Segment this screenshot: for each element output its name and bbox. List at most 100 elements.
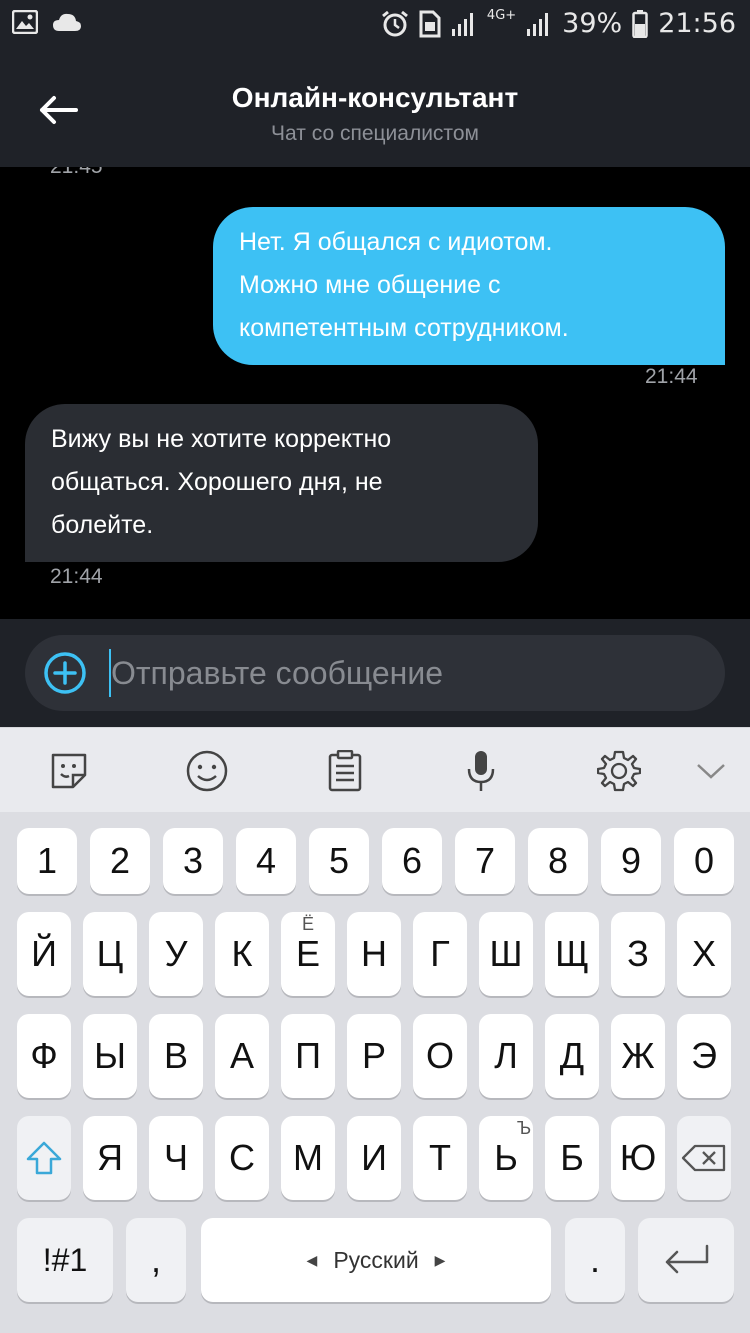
key-letter[interactable]: В	[149, 1014, 203, 1098]
message-input-wrapper[interactable]	[25, 635, 725, 711]
emoji-icon	[186, 750, 228, 792]
message-line: Можно мне общение с	[239, 271, 501, 299]
keyboard: 1 2 3 4 5 6 7 8 9 0 Й Ц У К Ё Е Н Г Ш Щ …	[0, 812, 750, 1333]
key-2[interactable]: 2	[90, 828, 150, 894]
clipboard-button[interactable]	[322, 748, 368, 794]
symbols-key[interactable]: !#1	[17, 1218, 113, 1302]
key-letter[interactable]: К	[215, 912, 269, 996]
key-letter[interactable]: Ж	[611, 1014, 665, 1098]
battery-icon	[632, 9, 648, 38]
sticker-icon	[51, 753, 87, 789]
message-line: компетентным сотрудником.	[239, 314, 569, 342]
chat-header: Онлайн-консультант Чат со специалистом	[0, 52, 750, 167]
plus-circle-icon	[44, 652, 86, 694]
key-4[interactable]: 4	[236, 828, 296, 894]
key-letter[interactable]: И	[347, 1116, 401, 1200]
microphone-icon	[467, 751, 495, 791]
message-line: болейте.	[51, 511, 154, 539]
message-time: 21:45	[50, 167, 103, 179]
emoji-button[interactable]	[184, 748, 230, 794]
key-letter[interactable]: М	[281, 1116, 335, 1200]
cloud-icon	[52, 12, 82, 32]
caret-left-icon: ◀	[306, 1251, 318, 1268]
keyboard-settings-button[interactable]	[596, 748, 642, 794]
signal-icon	[451, 11, 477, 37]
enter-key[interactable]	[638, 1218, 734, 1302]
message-line: Нет. Я общался с идиотом.	[239, 228, 553, 256]
message-time: 21:44	[50, 565, 103, 588]
key-letter[interactable]: Ю	[611, 1116, 665, 1200]
key-3[interactable]: 3	[163, 828, 223, 894]
key-letter[interactable]: З	[611, 912, 665, 996]
enter-icon	[665, 1244, 709, 1274]
status-bar: 4G+ 39% 21:56	[0, 0, 750, 52]
key-letter[interactable]: Х	[677, 912, 731, 996]
key-letter[interactable]: Г	[413, 912, 467, 996]
key-letter[interactable]: Т	[413, 1116, 467, 1200]
key-letter-e[interactable]: Ё Е	[281, 912, 335, 996]
page-subtitle: Чат со специалистом	[271, 122, 479, 145]
key-letter[interactable]: Д	[545, 1014, 599, 1098]
period-key[interactable]: .	[565, 1218, 625, 1302]
chevron-down-icon	[697, 764, 725, 779]
key-9[interactable]: 9	[601, 828, 661, 894]
message-incoming[interactable]: Вижу вы не хотите корректно общаться. Хо…	[25, 404, 538, 562]
key-letter-soft-sign[interactable]: Ъ Ь	[479, 1116, 533, 1200]
message-line: общаться. Хорошего дня, не	[51, 468, 383, 496]
key-letter[interactable]: Ф	[17, 1014, 71, 1098]
key-hint: Ъ	[516, 1118, 532, 1138]
key-letter[interactable]: П	[281, 1014, 335, 1098]
key-0[interactable]: 0	[674, 828, 734, 894]
clipboard-icon	[328, 750, 362, 792]
shift-icon	[26, 1141, 62, 1175]
key-1[interactable]: 1	[17, 828, 77, 894]
sim-icon	[419, 10, 441, 38]
key-letter[interactable]: Ш	[479, 912, 533, 996]
key-letter[interactable]: Н	[347, 912, 401, 996]
key-letter[interactable]: Ц	[83, 912, 137, 996]
composer	[0, 619, 750, 727]
gear-icon	[597, 750, 641, 792]
key-letter[interactable]: А	[215, 1014, 269, 1098]
message-line: Вижу вы не хотите корректно	[51, 425, 392, 453]
key-5[interactable]: 5	[309, 828, 369, 894]
key-letter[interactable]: Б	[545, 1116, 599, 1200]
message-outgoing[interactable]: Нет. Я общался с идиотом. Можно мне обще…	[213, 207, 725, 365]
key-6[interactable]: 6	[382, 828, 442, 894]
hide-keyboard-button[interactable]	[688, 748, 734, 794]
chat-messages[interactable]: 21:45 Нет. Я общался с идиотом. Можно мн…	[0, 167, 750, 619]
language-label: Русский	[333, 1246, 419, 1273]
key-letter[interactable]: Э	[677, 1014, 731, 1098]
key-7[interactable]: 7	[455, 828, 515, 894]
sticker-button[interactable]	[46, 748, 92, 794]
battery-percent: 39%	[562, 8, 623, 39]
attach-button[interactable]	[43, 651, 87, 695]
clock: 21:56	[658, 8, 736, 39]
key-letter[interactable]: Щ	[545, 912, 599, 996]
backspace-key[interactable]	[677, 1116, 731, 1200]
key-letter[interactable]: О	[413, 1014, 467, 1098]
key-letter[interactable]: Л	[479, 1014, 533, 1098]
page-title: Онлайн-консультант	[231, 82, 519, 113]
space-key[interactable]: ◀ Русский ▶	[201, 1218, 551, 1302]
key-letter[interactable]: Й	[17, 912, 71, 996]
shift-key[interactable]	[17, 1116, 71, 1200]
key-letter[interactable]: Я	[83, 1116, 137, 1200]
key-8[interactable]: 8	[528, 828, 588, 894]
gallery-icon	[12, 10, 38, 34]
comma-key[interactable]: ,	[126, 1218, 186, 1302]
key-letter[interactable]: Р	[347, 1014, 401, 1098]
key-hint: Ё	[301, 914, 314, 934]
caret-right-icon: ▶	[434, 1251, 446, 1268]
voice-input-button[interactable]	[458, 748, 504, 794]
keyboard-toolbar	[0, 727, 750, 812]
key-letter[interactable]: Ы	[83, 1014, 137, 1098]
message-input[interactable]	[111, 649, 701, 697]
key-label: Ь	[494, 1137, 518, 1178]
key-letter[interactable]: У	[149, 912, 203, 996]
network-type: 4G+	[486, 8, 517, 23]
key-letter[interactable]: С	[215, 1116, 269, 1200]
backspace-icon	[681, 1144, 726, 1172]
key-label: Е	[295, 933, 320, 974]
key-letter[interactable]: Ч	[149, 1116, 203, 1200]
